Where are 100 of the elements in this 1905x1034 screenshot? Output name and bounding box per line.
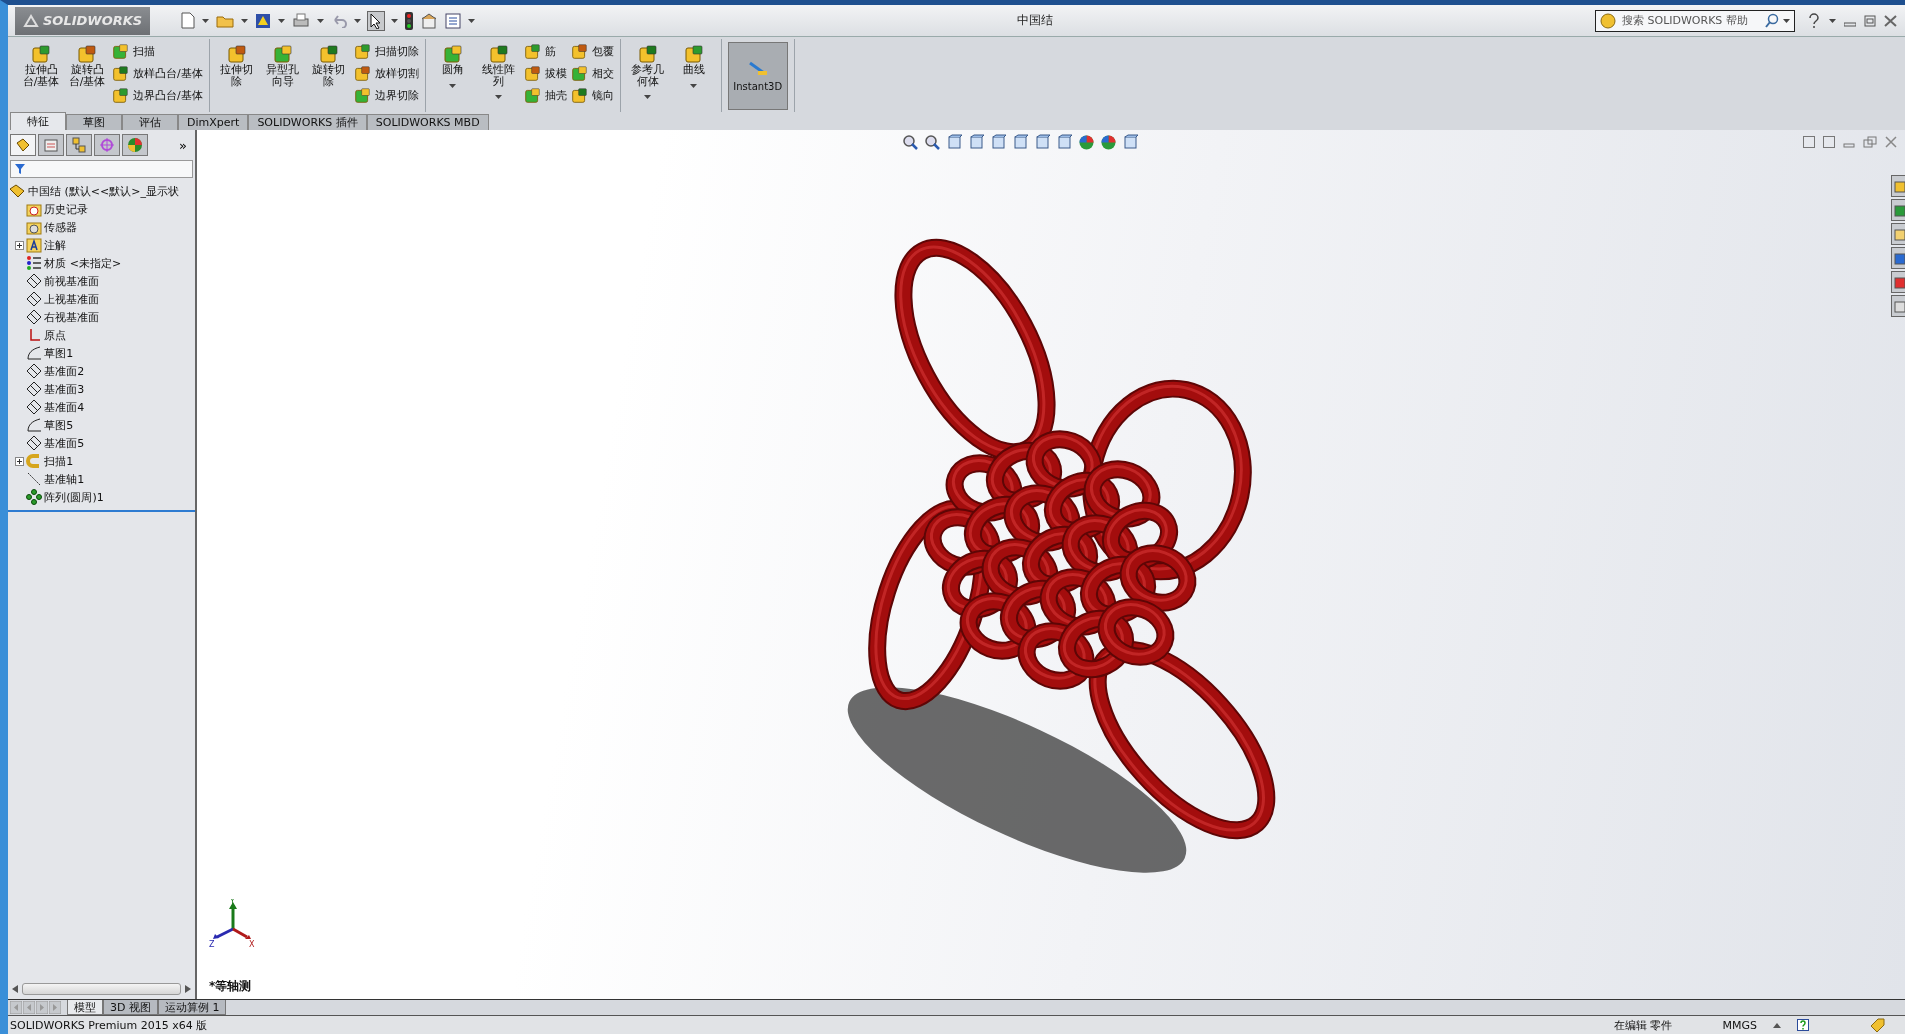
help-icon[interactable] [1797, 1019, 1809, 1031]
traffic-light-icon[interactable] [404, 10, 414, 31]
caret-icon[interactable] [468, 18, 475, 23]
command-button[interactable]: 放样切割 [353, 64, 419, 83]
caret-icon[interactable] [690, 83, 698, 88]
caret-icon[interactable] [449, 83, 457, 88]
instant3d-button[interactable]: Instant3D [727, 42, 788, 110]
command-button[interactable]: 线性阵列 [477, 42, 520, 90]
command-button[interactable]: 镜向 [570, 86, 614, 105]
command-button[interactable]: 参考几何体 [626, 42, 669, 90]
caret-icon[interactable] [1773, 1022, 1781, 1028]
command-button[interactable]: 圆角 [431, 42, 474, 78]
feature-tree-tab[interactable] [10, 134, 36, 156]
options-icon[interactable] [420, 11, 438, 30]
tree-item[interactable]: 历史记录 [44, 201, 89, 217]
task-pane-tab[interactable] [1891, 247, 1905, 269]
command-tab[interactable]: DimXpert [178, 114, 249, 130]
expand-toggle[interactable] [15, 240, 25, 250]
tree-item[interactable]: 阵列(圆周)1 [44, 489, 104, 505]
configuration-tab[interactable] [66, 134, 92, 156]
tree-item[interactable]: 基准面4 [44, 399, 85, 415]
task-pane-tab[interactable] [1891, 199, 1905, 221]
caret-icon[interactable] [278, 18, 285, 23]
command-button[interactable]: 旋转切除 [307, 42, 350, 90]
command-tab[interactable]: 评估 [122, 114, 178, 130]
filter-field[interactable] [10, 160, 193, 178]
search-icon[interactable] [1764, 13, 1779, 28]
command-button[interactable]: 拉伸切除 [215, 42, 258, 90]
save-icon[interactable] [254, 11, 272, 30]
unit-system[interactable]: MMGS [1722, 1018, 1757, 1032]
document-tab[interactable]: 运动算例 1 [157, 1000, 227, 1015]
command-button[interactable]: 扫描 [112, 42, 203, 61]
scroll-left-icon[interactable] [12, 985, 18, 993]
task-pane-tab[interactable] [1891, 223, 1905, 245]
command-button[interactable]: 扫描切除 [353, 42, 419, 61]
expand-button[interactable]: » [173, 136, 193, 154]
command-button[interactable]: 包覆 [570, 42, 614, 61]
command-button[interactable]: 拔模 [523, 64, 567, 83]
document-tab[interactable]: 模型 [67, 1000, 103, 1015]
split-view-icon[interactable] [1803, 136, 1815, 148]
scroll-right-icon[interactable] [185, 985, 191, 993]
restore-icon[interactable] [1863, 136, 1877, 148]
tree-item[interactable]: 中国结 (默认<<默认>_显示状 [28, 183, 179, 199]
help-icon[interactable] [1807, 12, 1821, 29]
crosshair-tab[interactable] [94, 134, 120, 156]
tree-item[interactable]: 草图5 [44, 417, 74, 433]
command-tab[interactable]: SOLIDWORKS MBD [366, 114, 489, 130]
task-pane-tab[interactable] [1891, 271, 1905, 293]
list-icon[interactable] [444, 11, 462, 30]
caret-icon[interactable] [202, 18, 209, 23]
tree-item[interactable]: 材质 <未指定> [44, 255, 122, 271]
command-tab[interactable]: SOLIDWORKS 插件 [248, 114, 367, 130]
tag-icon[interactable] [1869, 1018, 1885, 1032]
tree-item[interactable]: 注解 [44, 237, 67, 253]
zoom-area-icon[interactable] [924, 134, 941, 151]
command-button[interactable]: 拉伸凸台/基体 [20, 42, 62, 90]
scrollbar-thumb[interactable] [22, 983, 181, 995]
caret-icon[interactable] [1783, 18, 1790, 23]
caret-icon[interactable] [354, 18, 361, 23]
tree-item[interactable]: 传感器 [44, 219, 78, 235]
tree-item[interactable]: 前视基准面 [44, 273, 100, 289]
caret-icon[interactable] [495, 95, 503, 100]
document-tab[interactable]: 3D 视图 [103, 1000, 158, 1015]
command-button[interactable]: 抽壳 [523, 86, 567, 105]
help-search-field[interactable]: 搜索 SOLIDWORKS 帮助 [1595, 9, 1795, 32]
zoom-fit-icon[interactable] [902, 134, 919, 151]
split-view-icon[interactable] [1823, 136, 1835, 148]
tree-item[interactable]: 扫描1 [44, 453, 74, 469]
new-document-icon[interactable] [180, 11, 196, 30]
command-button[interactable]: 放样凸台/基体 [112, 64, 203, 83]
appearance-tab[interactable] [122, 134, 148, 156]
command-button[interactable]: 筋 [523, 42, 567, 61]
property-tab[interactable] [38, 134, 64, 156]
tree-item[interactable]: 基准面2 [44, 363, 85, 379]
command-button[interactable]: 旋转凸台/基体 [66, 42, 108, 90]
printer-icon[interactable] [291, 12, 311, 29]
close-icon[interactable] [1885, 136, 1897, 148]
command-button[interactable]: 曲线 [672, 42, 715, 78]
tree-item[interactable]: 右视基准面 [44, 309, 100, 325]
maximize-icon[interactable] [1864, 14, 1876, 27]
caret-icon[interactable] [391, 18, 398, 23]
caret-icon[interactable] [1829, 18, 1836, 23]
tree-item[interactable]: 上视基准面 [44, 291, 100, 307]
close-icon[interactable] [1884, 14, 1897, 27]
caret-icon[interactable] [644, 95, 652, 100]
scene-icon[interactable] [1100, 134, 1117, 151]
tree-item[interactable]: 基准轴1 [44, 471, 85, 487]
expand-toggle[interactable] [15, 456, 25, 466]
caret-icon[interactable] [241, 18, 248, 23]
task-pane-tab[interactable] [1891, 175, 1905, 197]
command-tab[interactable]: 特征 [10, 112, 66, 130]
command-tab[interactable]: 草图 [66, 114, 122, 130]
tree-item[interactable]: 草图1 [44, 345, 74, 361]
command-button[interactable]: 相交 [570, 64, 614, 83]
command-button[interactable]: 边界切除 [353, 86, 419, 105]
caret-icon[interactable] [317, 18, 324, 23]
tree-item[interactable]: 原点 [44, 327, 67, 343]
task-pane-tab[interactable] [1891, 295, 1905, 317]
command-button[interactable]: 边界凸台/基体 [112, 86, 203, 105]
tree-item[interactable]: 基准面3 [44, 381, 85, 397]
